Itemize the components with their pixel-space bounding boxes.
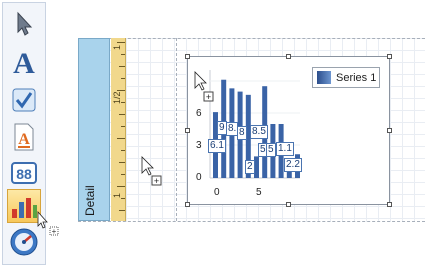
svg-text:+: + <box>206 92 211 102</box>
insert-cursor-icon: + + <box>141 71 214 186</box>
svg-text:+: + <box>154 176 159 186</box>
